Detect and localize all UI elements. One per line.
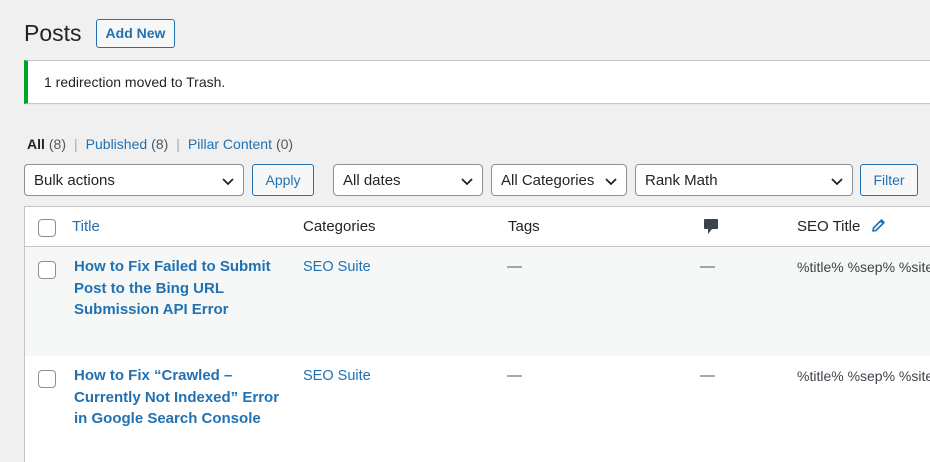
view-separator: |: [176, 136, 180, 152]
view-pillar-content[interactable]: Pillar Content (0): [188, 135, 293, 153]
comment-bubble-icon[interactable]: [703, 218, 719, 236]
view-all[interactable]: All (8): [27, 135, 66, 153]
chevron-down-icon: [831, 178, 843, 186]
apply-button[interactable]: Apply: [252, 164, 314, 196]
seo-title-value: %title% %sep% %site%: [797, 259, 930, 275]
view-published[interactable]: Published (8): [86, 135, 169, 153]
row-checkbox[interactable]: [38, 370, 56, 388]
notice-message: 1 redirection moved to Trash.: [44, 74, 226, 90]
seo-filter-select[interactable]: Rank Math: [635, 164, 853, 196]
success-notice: 1 redirection moved to Trash.: [24, 60, 930, 104]
table-row: How to Fix Failed to Submit Post to the …: [25, 247, 930, 356]
comments-value: —: [700, 367, 715, 384]
select-all-checkbox[interactable]: [38, 219, 56, 237]
pencil-icon[interactable]: [871, 218, 886, 233]
page-header: Posts Add New: [24, 18, 176, 48]
chevron-down-icon: [461, 178, 473, 186]
add-new-button[interactable]: Add New: [95, 18, 176, 48]
tags-value: —: [507, 367, 522, 384]
table-header: Title Categories Tags SEO Title: [25, 207, 930, 247]
column-tags: Tags: [508, 218, 540, 235]
seo-title-value: %title% %sep% %site%: [797, 368, 930, 384]
row-checkbox[interactable]: [38, 261, 56, 279]
view-separator: |: [74, 136, 78, 152]
posts-table: Title Categories Tags SEO Title How to F…: [24, 206, 930, 462]
bulk-actions-select[interactable]: Bulk actions: [24, 164, 244, 196]
chevron-down-icon: [605, 178, 617, 186]
post-status-views: All (8) | Published (8) | Pillar Content (0…: [27, 135, 293, 153]
chevron-down-icon: [222, 178, 234, 186]
category-link[interactable]: SEO Suite: [303, 259, 371, 275]
post-title-link[interactable]: How to Fix “Crawled – Currently Not Inde…: [74, 365, 289, 430]
column-categories: Categories: [303, 218, 376, 235]
page-title: Posts: [24, 20, 82, 46]
column-title-sort[interactable]: Title: [72, 218, 100, 235]
filter-button[interactable]: Filter: [860, 164, 918, 196]
table-row: How to Fix “Crawled – Currently Not Inde…: [25, 356, 930, 462]
category-filter-select[interactable]: All Categories: [491, 164, 627, 196]
category-link[interactable]: SEO Suite: [303, 368, 371, 384]
column-seo-title: SEO Title: [797, 218, 886, 235]
date-filter-select[interactable]: All dates: [333, 164, 483, 196]
comments-value: —: [700, 258, 715, 275]
tags-value: —: [507, 258, 522, 275]
post-title-link[interactable]: How to Fix Failed to Submit Post to the …: [74, 256, 289, 321]
